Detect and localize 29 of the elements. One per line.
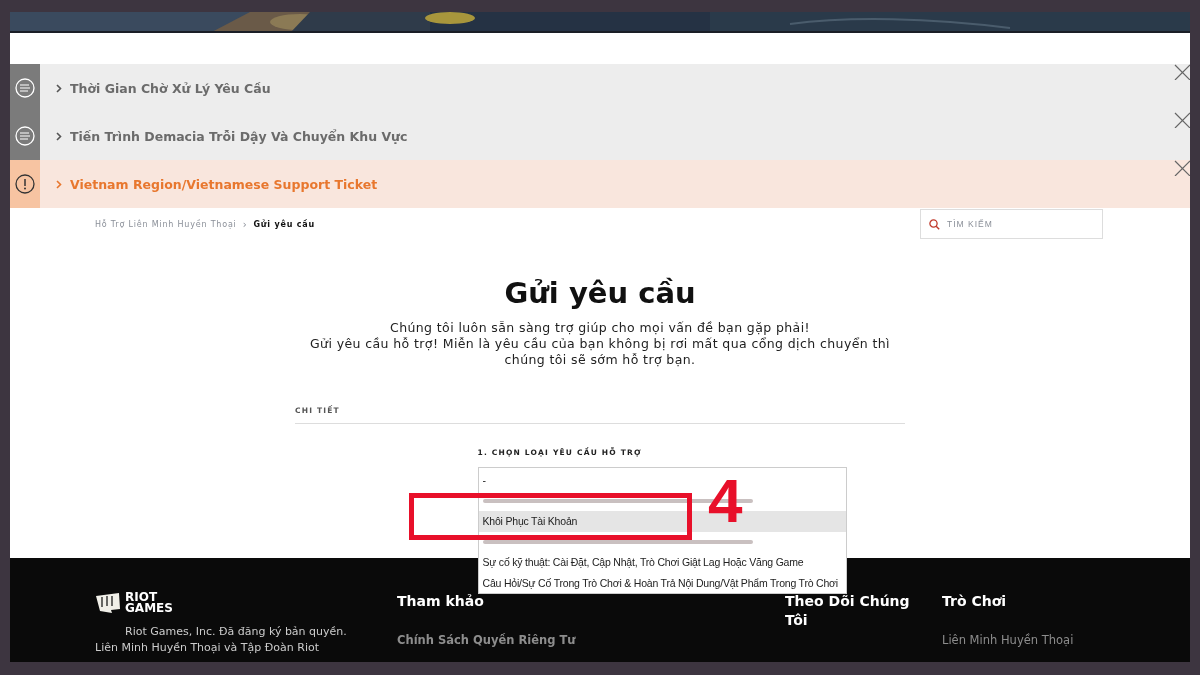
intro-text: Chúng tôi luôn sẵn sàng trợ giúp cho mọi vấn đề bạn gặp phải! [390, 320, 810, 336]
close-icon[interactable] [1174, 160, 1190, 176]
option-item[interactable]: Câu Hỏi/Sự Cố Trong Trò Chơi & Hoàn Trả Nội Dung/Vật Phẩm Trong Trò Chơi [478, 572, 846, 593]
breadcrumb-link[interactable]: Gửi yêu cầu [253, 219, 315, 229]
copyright-text: Riot Games, Inc. Đã đăng ký bản quyền. Liên Minh Huyền Thoại và Tập Đoàn Riot [95, 624, 348, 656]
page-title: Gửi yêu cầu [504, 276, 696, 310]
notice-title[interactable]: Tiến Trình Demacia Trỗi Dậy Và Chuyển Khu Vực [70, 128, 408, 144]
logo-text: GAMES [125, 603, 173, 614]
fist-icon [95, 592, 121, 614]
footer-heading: Theo Dõi Chúng Tôi [785, 592, 911, 630]
search-field[interactable]: TÌM KIẾM [920, 209, 1103, 239]
intro-text: Gửi yêu cầu hỗ trợ! Miễn là yêu cầu của bạn không bị rơi mất qua cổng dịch chuyển thì chúng tôi sẽ sớm hỗ trợ bạn. [309, 336, 891, 368]
close-icon[interactable] [1174, 64, 1190, 80]
breadcrumb-link[interactable]: Hỗ Trợ Liên Minh Huyền Thoại [95, 219, 237, 229]
chevron-icon [56, 83, 62, 93]
close-icon[interactable] [1174, 112, 1190, 128]
breadcrumb-separator: › [242, 218, 248, 230]
option-item[interactable]: Sự cố kỹ thuật: Cài Đặt, Cập Nhật, Trò Chơi Giật Lag Hoặc Văng Game [478, 552, 846, 573]
list-circle-icon [15, 126, 35, 146]
list-circle-icon [15, 78, 35, 98]
chevron-icon [56, 179, 62, 189]
notice-title[interactable]: Thời Gian Chờ Xử Lý Yêu Cầu [70, 80, 271, 96]
alert-icon [15, 174, 35, 194]
footer-link[interactable]: Chính Sách Quyền Riêng Tư [397, 633, 785, 647]
chevron-icon [56, 131, 62, 141]
footer-heading: Tham khảo [397, 592, 485, 611]
footer-heading: Trò Chơi [942, 592, 1008, 611]
footer-link[interactable]: Liên Minh Huyền Thoại [942, 633, 1074, 647]
logo-text: RIOT [125, 592, 158, 603]
